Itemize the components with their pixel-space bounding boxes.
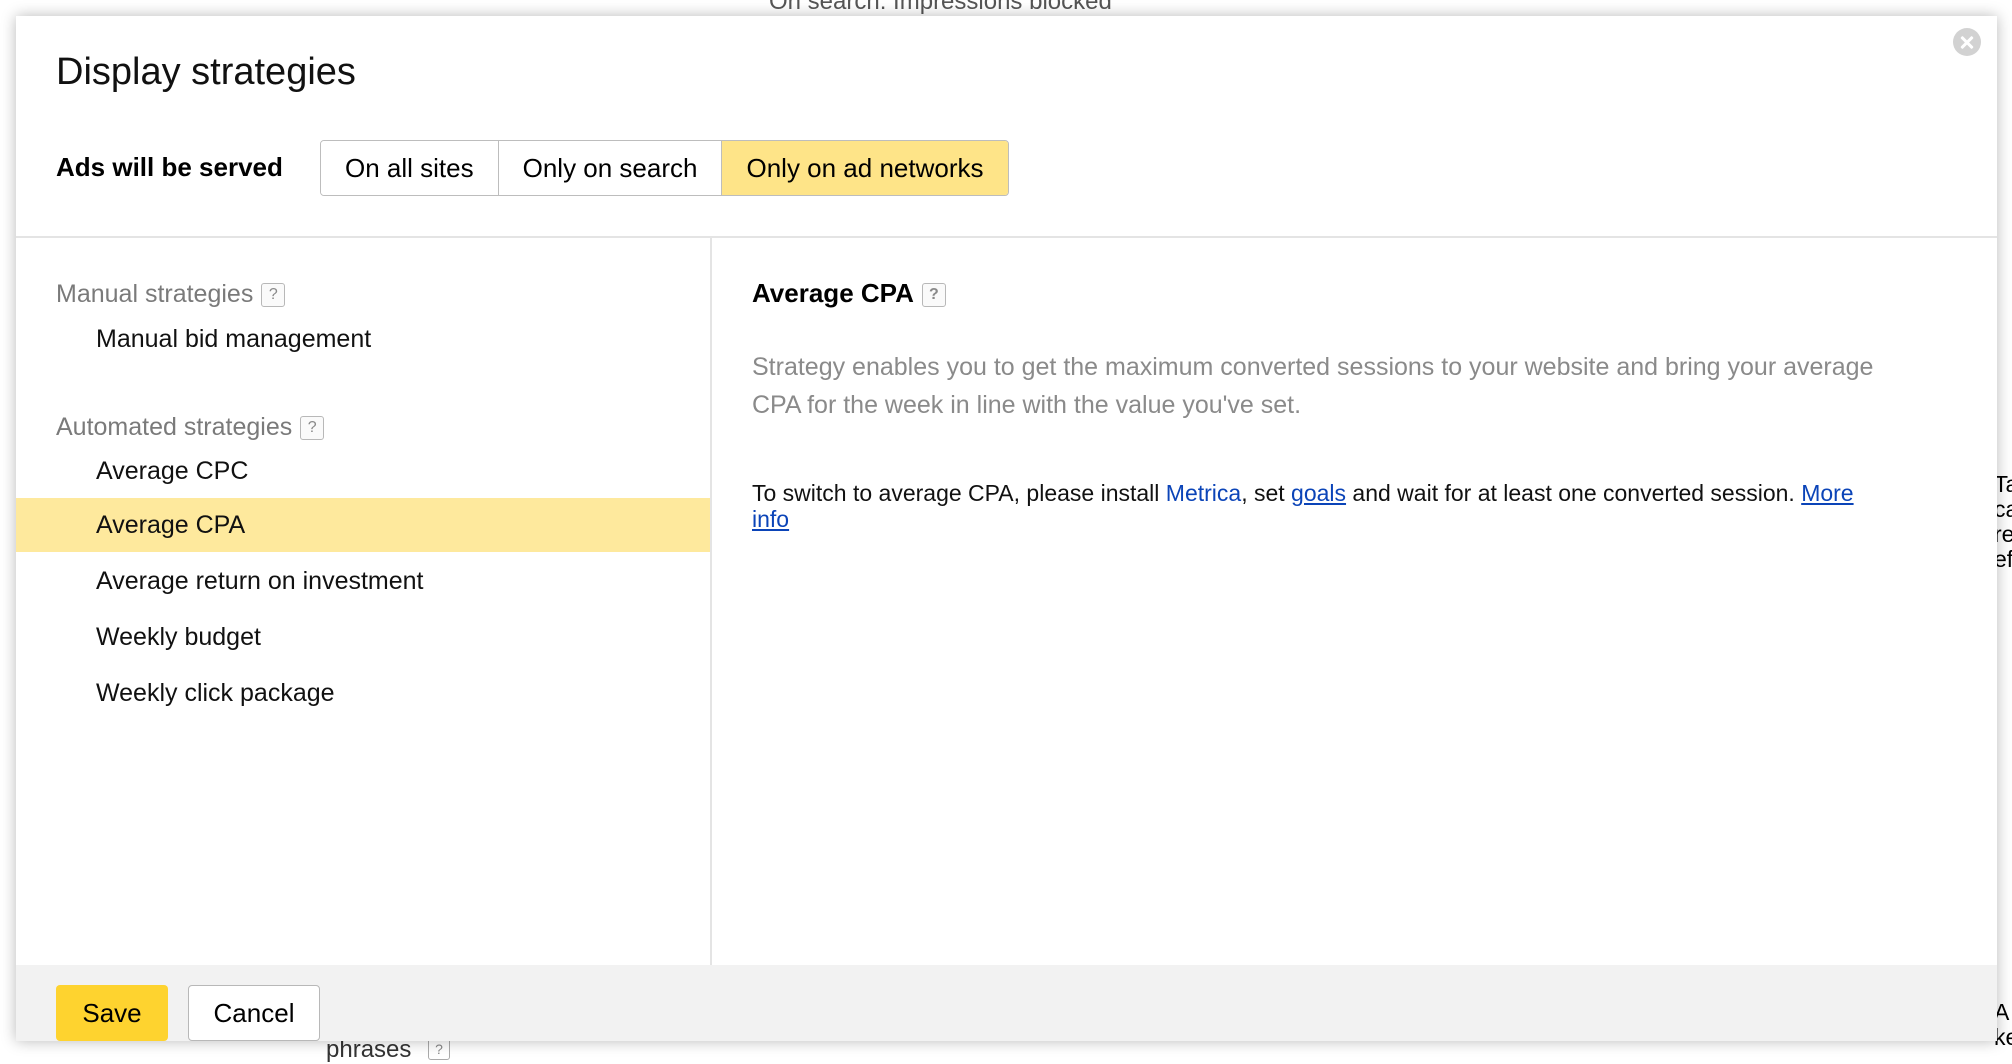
serve-option-search[interactable]: Only on search <box>498 141 723 195</box>
serve-mode-selector: On all sites Only on search Only on ad n… <box>320 140 1009 196</box>
background-status-text: On search: Impressions blocked <box>769 0 1112 15</box>
save-button[interactable]: Save <box>56 985 168 1041</box>
strategy-list: Manual strategies? Manual bid management… <box>16 238 710 965</box>
manual-strategies-label: Manual strategies <box>56 280 254 308</box>
detail-title-text: Average CPA <box>752 278 914 308</box>
manual-strategies-heading: Manual strategies? <box>56 280 286 309</box>
note-prefix: To switch to average CPA, please install <box>752 480 1166 506</box>
strategy-item-average-cpa[interactable]: Average CPA <box>16 498 710 552</box>
strategy-item-manual-bid[interactable]: Manual bid management <box>16 312 710 366</box>
close-icon[interactable] <box>1953 28 1981 56</box>
detail-requirement-note: To switch to average CPA, please install… <box>752 480 1862 532</box>
dialog-title: Display strategies <box>56 51 356 93</box>
metrica-link[interactable]: Metrica <box>1166 480 1241 506</box>
help-icon[interactable]: ? <box>261 283 286 307</box>
note-suffix: and wait for at least one converted sess… <box>1346 480 1802 506</box>
strategy-item-average-roi[interactable]: Average return on investment <box>16 554 710 608</box>
ads-served-label: Ads will be served <box>56 152 283 182</box>
display-strategies-dialog: Display strategies Ads will be served On… <box>16 16 1997 1041</box>
serve-option-ad-networks[interactable]: Only on ad networks <box>722 141 1008 195</box>
automated-strategies-heading: Automated strategies? <box>56 413 325 442</box>
background-help-icon: ? <box>428 1038 450 1060</box>
strategy-item-average-cpc[interactable]: Average CPC <box>16 444 710 498</box>
help-icon[interactable]: ? <box>300 416 325 440</box>
dialog-footer: Save Cancel <box>16 965 1997 1041</box>
strategy-item-weekly-click-package[interactable]: Weekly click package <box>16 666 710 720</box>
detail-title: Average CPA? <box>752 278 946 309</box>
note-mid: , set <box>1241 480 1292 506</box>
serve-option-all-sites[interactable]: On all sites <box>321 141 499 195</box>
cancel-button[interactable]: Cancel <box>188 985 320 1041</box>
automated-strategies-label: Automated strategies <box>56 413 293 441</box>
help-icon[interactable]: ? <box>921 283 946 307</box>
strategy-item-weekly-budget[interactable]: Weekly budget <box>16 610 710 664</box>
goals-link[interactable]: goals <box>1291 480 1346 506</box>
strategy-detail: Average CPA? Strategy enables you to get… <box>712 238 1997 965</box>
detail-description: Strategy enables you to get the maximum … <box>752 353 1874 419</box>
